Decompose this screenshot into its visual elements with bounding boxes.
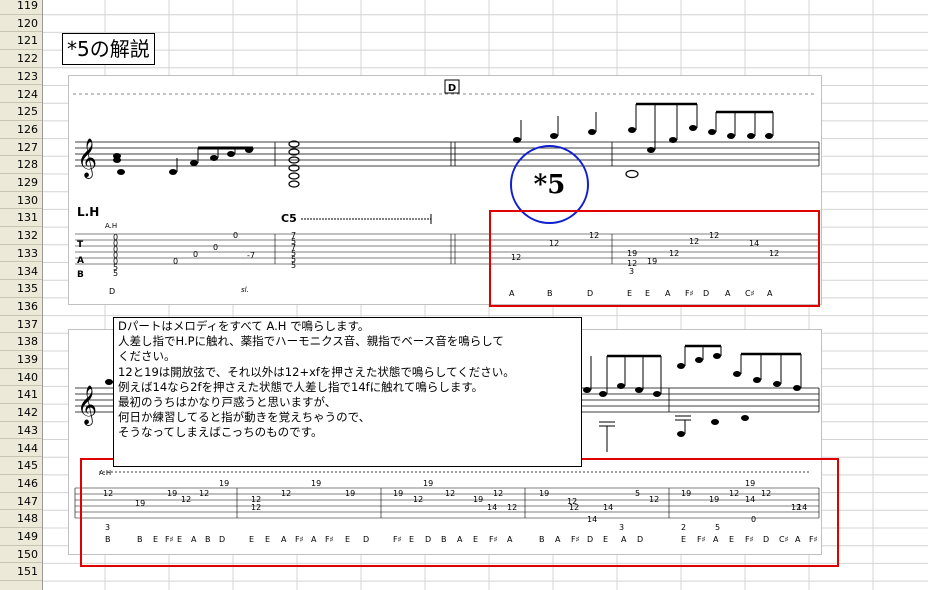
row-header[interactable]: 119 [0, 0, 42, 15]
row-header[interactable]: 132 [0, 227, 42, 245]
tab-fret-number: 0 [213, 243, 218, 252]
slide-label: sl. [241, 286, 249, 294]
row-header[interactable]: 148 [0, 510, 42, 528]
row-header[interactable]: 145 [0, 457, 42, 475]
explanation-textbox[interactable]: Dパートはメロディをすべて A.H で鳴らします。 人差し指でH.Pに触れ、薬指で… [113, 317, 582, 467]
row-header[interactable]: 131 [0, 209, 42, 228]
row-header[interactable]: 147 [0, 493, 42, 511]
note-line: 何日か練習してると指が動きを覚えちゃうので、 [118, 410, 371, 425]
row-header[interactable]: 134 [0, 263, 42, 281]
tab-fret-number: 5 [113, 269, 118, 278]
tab-letter-b: B [77, 270, 84, 280]
row-header[interactable]: 126 [0, 121, 42, 139]
row-header[interactable]: 135 [0, 280, 42, 298]
row-header[interactable]: 138 [0, 333, 42, 351]
tab-fret-number: 0 [233, 231, 238, 240]
highlight-box-2 [80, 458, 839, 567]
row-header[interactable]: 125 [0, 103, 42, 121]
row-header[interactable]: 120 [0, 15, 42, 33]
row-headers: 119 120 121 122 123 124 125 126 127 128 129 130 131 1… [0, 0, 43, 590]
row-header[interactable]: 143 [0, 422, 42, 440]
note-line: 12と19は開放弦で、それ以外は12+xfを押さえた状態で鳴らしてください。 [118, 364, 515, 379]
row-header[interactable]: 133 [0, 245, 42, 263]
section-marker: D [448, 83, 456, 94]
row-header[interactable]: 151 [0, 563, 42, 582]
note-line: 最初のうちはかなり戸惑うと思いますが、 [118, 395, 337, 410]
treble-clef-icon: 𝄞 [77, 138, 97, 179]
highlight-box-1 [489, 210, 820, 307]
row-header[interactable]: 142 [0, 404, 42, 422]
row-header[interactable]: 144 [0, 440, 42, 458]
note-line: 人差し指でH.Pに触れ、薬指でハーモニクス音、親指でベース音を鳴らして [118, 334, 504, 349]
chord-label: C5 [281, 212, 297, 225]
row-header[interactable]: 150 [0, 546, 42, 564]
row-header[interactable]: 127 [0, 139, 42, 157]
lh-label: L.H [77, 205, 99, 219]
row-header[interactable]: 123 [0, 68, 42, 86]
circle-label: *5 [533, 169, 566, 200]
row-header[interactable]: 137 [0, 316, 42, 334]
row-header[interactable]: 124 [0, 86, 42, 104]
note-line: ください。 [118, 349, 176, 364]
tab-fret-number: 5 [291, 261, 296, 270]
page-title: *5の解説 [62, 33, 155, 65]
tab-letter-a: A [77, 256, 84, 266]
row-header[interactable]: 149 [0, 528, 42, 546]
treble-clef-icon-2: 𝄞 [77, 385, 97, 426]
tab-letter-t: T [77, 240, 84, 250]
note-line: そうなってしまえばこっちのものです。 [118, 425, 323, 440]
row-header[interactable]: 121 [0, 32, 42, 51]
tab-fret-number: 0 [173, 257, 178, 266]
row-header[interactable]: 136 [0, 298, 42, 316]
row-header[interactable]: 139 [0, 351, 42, 369]
note-line: 例えば14なら2fを押さえた状態で人差し指で14fに触れて鳴らします。 [118, 379, 484, 394]
row-header[interactable]: 122 [0, 50, 42, 68]
row-header[interactable]: 129 [0, 174, 42, 192]
row-header[interactable]: 141 [0, 386, 42, 405]
note-line: Dパートはメロディをすべて A.H で鳴らします。 [118, 319, 370, 333]
row-header[interactable]: 130 [0, 192, 42, 210]
row-header[interactable]: 146 [0, 475, 42, 493]
row-header[interactable]: 140 [0, 369, 42, 387]
note-name: D [109, 287, 115, 296]
ah-label-1: A.H [105, 222, 117, 230]
row-header[interactable]: 128 [0, 156, 42, 174]
tab-fret-number: 0 [193, 250, 198, 259]
tab-fret-number: -7 [247, 251, 255, 260]
